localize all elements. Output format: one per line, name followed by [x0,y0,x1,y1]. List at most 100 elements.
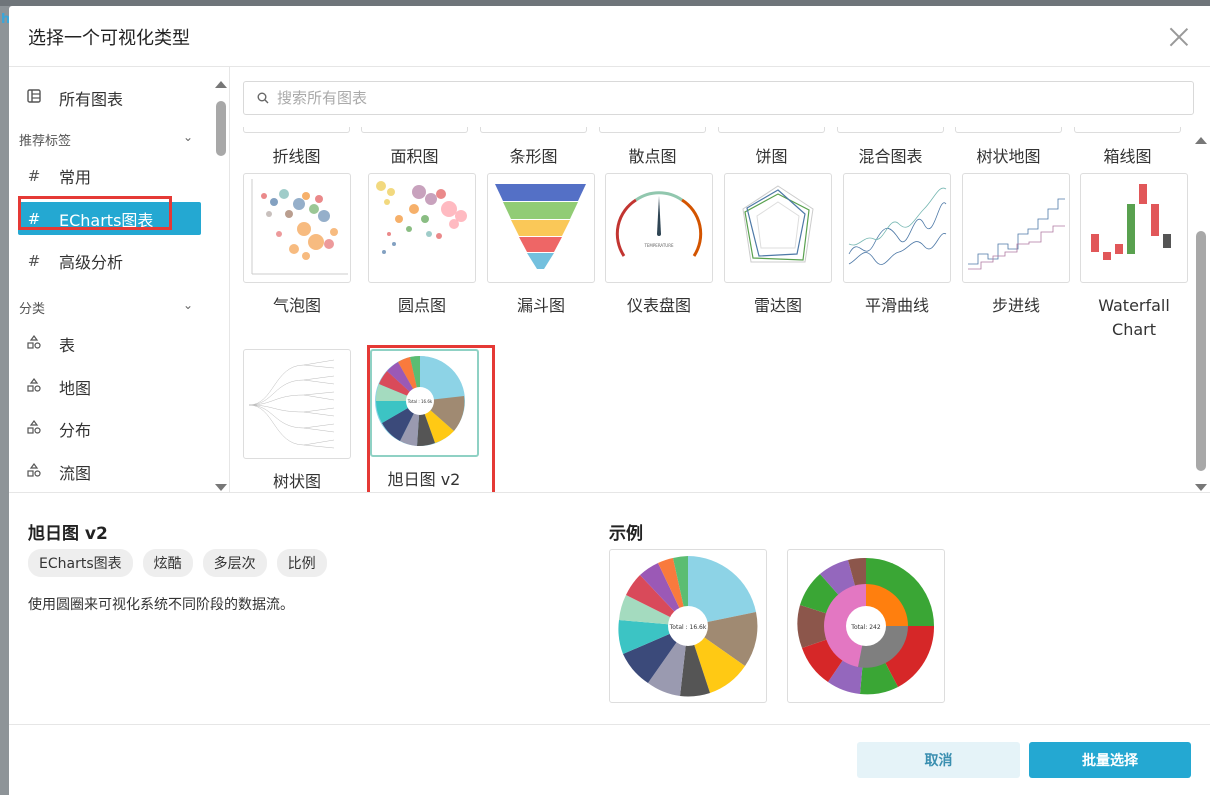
scrollbar-thumb[interactable] [1196,231,1206,471]
sidebar-item-echarts[interactable]: # ECharts图表 [18,202,201,235]
chart-card-tree[interactable]: 树状图 [243,349,351,492]
chart-tag: 比例 [276,549,327,577]
chart-label[interactable]: 箱线图 [1074,143,1181,167]
chart-label[interactable]: 折线图 [243,143,350,167]
sidebar-item-label: 表 [59,335,76,355]
shapes-icon [25,334,43,353]
table-icon [25,88,43,107]
sidebar-scrollbar[interactable] [213,81,229,491]
visualization-type-dialog: 选择一个可视化类型 所有图表 推荐标签 ⌄ # 常用 # ECharts图表 #… [9,6,1210,795]
sidebar: 所有图表 推荐标签 ⌄ # 常用 # ECharts图表 # 高级分析 分类 ⌄… [9,67,230,492]
chart-tag-list: ECharts图表 炫酷 多层次 比例 [28,549,327,577]
example-thumbnail-1[interactable]: Total : 16.6k [609,549,767,703]
hash-icon: # [27,166,41,185]
sidebar-item-label: 常用 [59,167,92,187]
gauge-chart-thumbnail: TEMPERATURE [605,173,713,283]
chart-gallery: 折线图 面积图 条形图 散点图 饼图 混合图表 树状地图 箱线图 [230,67,1210,492]
chart-label[interactable]: 饼图 [718,143,825,167]
chart-detail-panel: 旭日图 v2 ECharts图表 炫酷 多层次 比例 使用圆圈来可视化系统不同阶… [9,492,1210,725]
sidebar-item-all-charts[interactable]: 所有图表 [18,81,201,114]
chart-card-sunburst-v2[interactable]: Total : 16.6k 旭日图 v2 [370,349,479,492]
chart-label: 步进线 [991,296,1040,315]
hash-icon: # [27,251,41,270]
chart-label[interactable]: 面积图 [361,143,468,167]
hash-icon: # [27,209,41,228]
search-icon [257,92,269,104]
chart-description: 使用圆圈来可视化系统不同阶段的数据流。 [28,597,294,613]
chart-label[interactable]: 混合图表 [837,143,944,167]
shapes-icon [25,462,43,481]
chart-label: Waterfall Chart [1098,296,1170,339]
chevron-down-icon: ⌄ [182,130,193,144]
recommended-group-header[interactable]: 推荐标签 ⌄ [19,130,193,149]
dialog-header: 选择一个可视化类型 [9,6,1210,67]
dialog-title: 选择一个可视化类型 [28,28,190,49]
batch-select-button[interactable]: 批量选择 [1029,742,1191,778]
scroll-up-arrow-icon[interactable] [1195,137,1207,144]
chart-tag: ECharts图表 [28,549,133,577]
chevron-down-icon: ⌄ [182,298,193,312]
sunburst-center-label: Total : 16.6k [407,399,433,404]
chart-label: 平滑曲线 [864,296,929,315]
chart-row-partial: 折线图 面积图 条形图 散点图 饼图 混合图表 树状地图 箱线图 [230,127,1190,166]
chart-label: 气泡图 [272,296,321,315]
chart-label: 漏斗图 [516,296,565,315]
funnel-chart-thumbnail [487,173,595,283]
sidebar-item-label: 分布 [59,420,92,440]
example-center-label: Total : 16.6k [669,624,707,631]
dialog-footer: 取消 批量选择 [9,724,1210,795]
radar-chart-thumbnail [724,173,832,283]
chart-label: 仪表盘图 [626,296,691,315]
chart-card-radar[interactable]: 雷达图 [724,173,832,318]
chart-card-gauge[interactable]: TEMPERATURE 仪表盘图 [605,173,713,318]
chart-label[interactable]: 树状地图 [955,143,1062,167]
sidebar-item-label: 高级分析 [59,252,124,272]
example-thumbnail-2[interactable]: Total: 242 [787,549,945,703]
sidebar-item-label: 地图 [59,378,92,398]
sidebar-item-table[interactable]: 表 [18,327,201,360]
chart-label[interactable]: 散点图 [599,143,706,167]
chart-card-bubble[interactable]: 气泡图 [243,173,351,318]
scrollbar-thumb[interactable] [216,101,226,156]
scroll-down-arrow-icon[interactable] [215,484,227,491]
sidebar-item-distribution[interactable]: 分布 [18,412,201,445]
gallery-scrollbar[interactable] [1193,137,1209,491]
chart-card-dot[interactable]: 圆点图 [368,173,476,318]
background-app-edge: h [0,6,10,795]
sidebar-item-label: ECharts图表 [59,210,154,230]
dot-chart-thumbnail [368,173,476,283]
waterfall-chart-thumbnail [1080,173,1188,283]
chart-label: 圆点图 [397,296,446,315]
chart-card-waterfall[interactable]: Waterfall Chart [1080,173,1188,342]
step-line-thumbnail [962,173,1070,283]
shapes-icon [25,377,43,396]
sidebar-item-flow[interactable]: 流图 [18,455,201,488]
tree-chart-thumbnail [243,349,351,459]
sidebar-item-advanced[interactable]: # 高级分析 [18,244,201,277]
chart-tag: 多层次 [202,549,267,577]
cancel-button[interactable]: 取消 [857,742,1020,778]
search-input[interactable] [275,88,1159,108]
chart-detail-name: 旭日图 v2 [28,524,108,544]
sidebar-item-common[interactable]: # 常用 [18,159,201,192]
gauge-caption: TEMPERATURE [643,243,674,248]
chart-label[interactable]: 条形图 [480,143,587,167]
chart-label: 树状图 [272,472,321,491]
chart-label: 雷达图 [753,296,802,315]
scroll-down-arrow-icon[interactable] [1195,484,1207,491]
scroll-up-arrow-icon[interactable] [215,81,227,88]
bubble-chart-thumbnail [243,173,351,283]
examples-heading: 示例 [609,524,643,544]
chart-card-smooth-line[interactable]: 平滑曲线 [843,173,951,318]
sunburst-chart-thumbnail: Total : 16.6k [370,349,479,457]
category-group-header[interactable]: 分类 ⌄ [19,298,193,317]
sidebar-item-map[interactable]: 地图 [18,370,201,403]
example-center-label: Total: 242 [850,624,881,631]
chart-label: 旭日图 v2 [387,470,461,489]
chart-card-step-line[interactable]: 步进线 [962,173,1070,318]
chart-card-funnel[interactable]: 漏斗图 [487,173,595,318]
close-icon[interactable] [1169,27,1189,47]
smooth-line-thumbnail [843,173,951,283]
search-box[interactable] [243,81,1194,115]
sidebar-item-label: 所有图表 [59,89,124,109]
